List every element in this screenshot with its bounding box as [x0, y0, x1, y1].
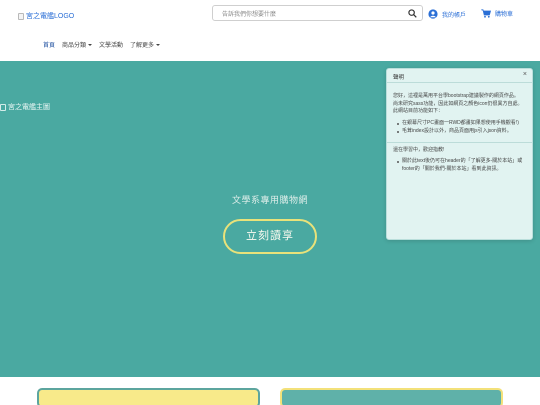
close-icon[interactable]: × [523, 71, 527, 78]
notice-popup: 聲明 × 您好，這裡是萬用平台學bootstrap建議製作的網頁作品。 尚未研究… [386, 68, 533, 240]
notice-body: 您好，這裡是萬用平台學bootstrap建議製作的網頁作品。 尚未研究sass功… [387, 83, 532, 173]
read-now-button[interactable]: 立刻讀享 [223, 219, 317, 254]
nav-item-categories[interactable]: 商品分類 [62, 40, 93, 49]
site-header: 宮之電艦LOGO 告訴我們你想要什麼 我的帳戶 購物車 首頁 商品分類 文學活動… [0, 0, 540, 61]
notice-title: 聲明 [393, 75, 405, 81]
notice-text: 還在學習中，歡迎指教! [393, 146, 445, 153]
list-item: 毛茸index設計以外，商品頁面用js引入json資料。 [397, 128, 526, 136]
cart-link[interactable]: 購物車 [481, 9, 513, 18]
notice-text: 此網站目前功能如下： [393, 108, 444, 114]
feature-card-yellow[interactable] [37, 388, 260, 405]
divider [387, 141, 532, 143]
cart-icon [481, 9, 491, 18]
chevron-down-icon [88, 43, 93, 46]
list-item: 在銀幕尺寸PC畫面一RWD都畫如果想使用手機觀看!) [397, 120, 526, 128]
nav-label: 文學活動 [99, 43, 124, 49]
nav-item-home[interactable]: 首頁 [43, 40, 55, 49]
account-link[interactable]: 我的帳戶 [428, 9, 466, 19]
user-icon [428, 9, 438, 19]
logo-alt-text: 宮之電艦LOGO [26, 13, 75, 20]
feature-list: 在銀幕尺寸PC畫面一RWD都畫如果想使用手機觀看!) 毛茸index設計以外，商… [397, 120, 526, 136]
account-label: 我的帳戶 [442, 12, 467, 19]
nav-item-events[interactable]: 文學活動 [99, 40, 123, 49]
search-input[interactable]: 告訴我們你想要什麼 [212, 5, 423, 21]
broken-image-icon [0, 103, 6, 111]
search-placeholder: 告訴我們你想要什麼 [222, 12, 277, 18]
feature-card-teal[interactable] [280, 388, 503, 405]
nav-label: 首頁 [43, 43, 56, 49]
notice-text: 尚未研究sass功能，因此如網頁之顏色icon仍很異方自處。 [393, 100, 523, 107]
nav-label: 了解更多 [130, 43, 155, 49]
cart-label: 購物車 [495, 12, 514, 18]
list-item: 關於此text後仍可在header的「了解更多-關於本站」或footer的「關於… [397, 158, 526, 173]
chevron-down-icon [156, 43, 161, 46]
hero-image-alt: 宮之電艦主圖 [8, 104, 50, 111]
info-list: 關於此text後仍可在header的「了解更多-關於本站」或footer的「關於… [397, 158, 526, 173]
notice-text: 您好，這裡是萬用平台學bootstrap建議製作的網頁作品。 [393, 93, 519, 99]
notice-header: 聲明 × [387, 69, 532, 83]
hero-image: 宮之電艦主圖 [0, 102, 50, 112]
broken-image-icon [18, 12, 24, 20]
search-icon[interactable] [408, 9, 417, 18]
main-nav: 首頁 商品分類 文學活動 了解更多 [43, 40, 161, 49]
site-logo[interactable]: 宮之電艦LOGO [18, 11, 74, 21]
nav-item-more[interactable]: 了解更多 [130, 40, 161, 49]
nav-label: 商品分類 [62, 43, 87, 49]
